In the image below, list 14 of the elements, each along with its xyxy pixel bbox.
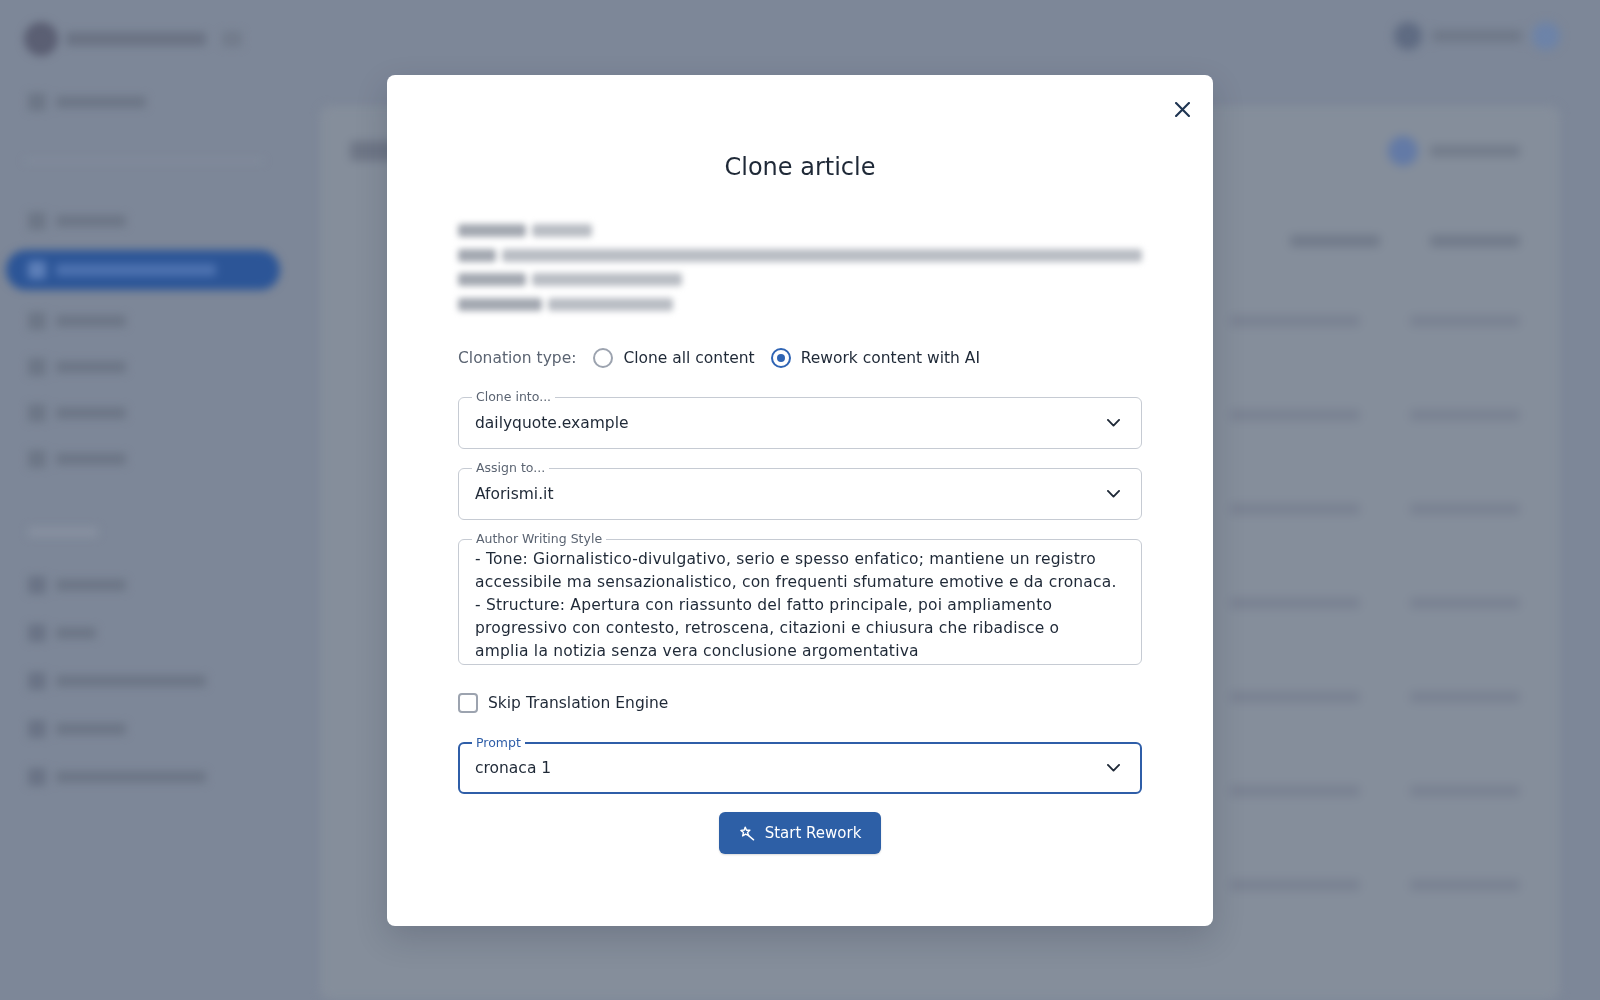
chevron-down-icon	[1107, 419, 1120, 427]
chevron-down-icon	[1107, 490, 1120, 498]
field-label: Assign to...	[472, 460, 550, 476]
chevron-down-icon	[1107, 764, 1120, 772]
radio-option[interactable]: Clone all content	[593, 348, 755, 368]
dialog-title: Clone article	[724, 151, 876, 183]
clonation-type-label: Clonation type:	[458, 349, 577, 367]
field-label: Prompt	[472, 735, 525, 751]
field-label: Author Writing Style	[472, 531, 607, 547]
magic-wand-icon	[739, 825, 755, 841]
radio-option[interactable]: Rework content with AI	[770, 348, 980, 368]
close-icon	[1174, 102, 1190, 117]
checkbox-option[interactable]: Skip Translation Engine	[458, 693, 669, 713]
start-rework-button[interactable]: Start Rework	[718, 812, 882, 854]
